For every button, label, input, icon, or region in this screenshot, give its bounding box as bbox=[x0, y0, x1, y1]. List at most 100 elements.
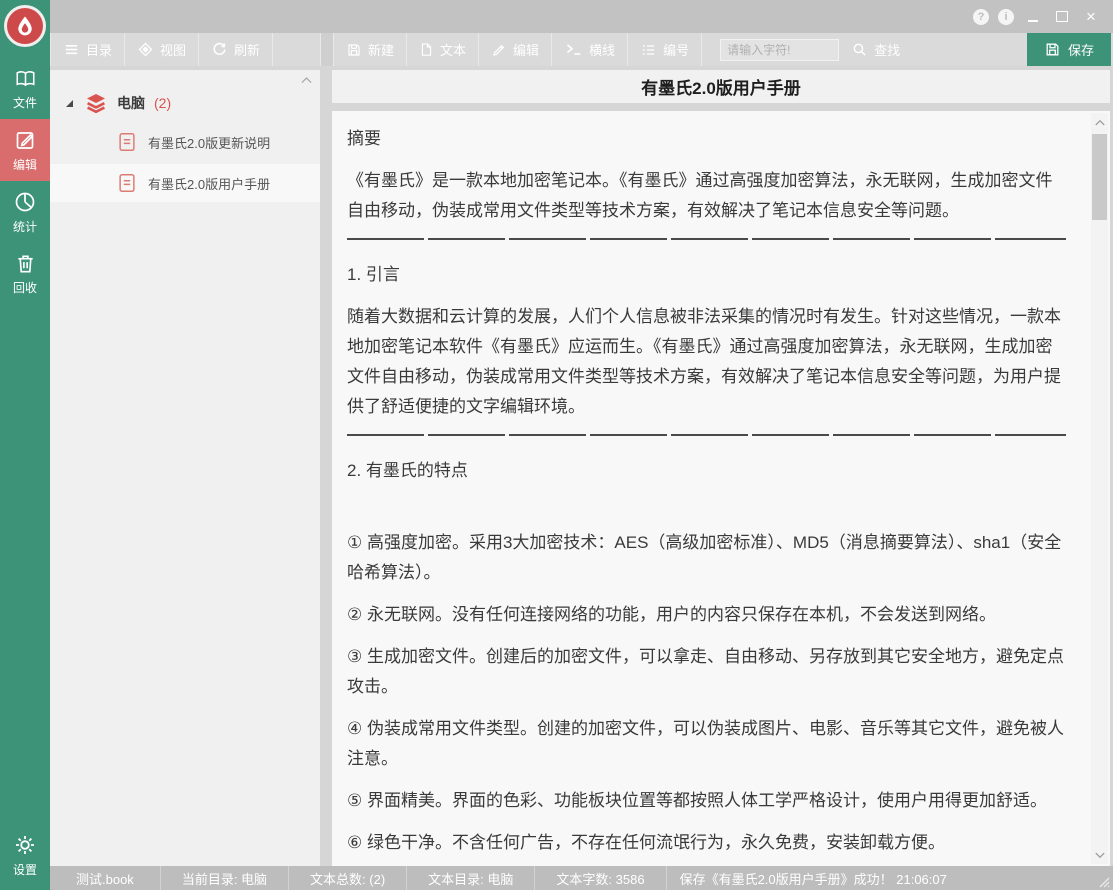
info-icon[interactable]: i bbox=[998, 9, 1014, 25]
sidebar-nav: 文件编辑统计回收 bbox=[0, 59, 50, 304]
scrollbar-thumb[interactable] bbox=[1092, 134, 1107, 220]
minimize-icon bbox=[1028, 20, 1038, 22]
doc-paragraph: ⑥ 绿色干净。不含任何广告，不存在任何流氓行为，永久免费，安装卸载方便。 bbox=[347, 828, 1066, 858]
maximize-button[interactable] bbox=[1052, 7, 1072, 27]
toolbar-button-label: 文本 bbox=[440, 40, 466, 59]
tree-root-item[interactable]: 电脑 (2) bbox=[50, 86, 320, 120]
sidebar-item-4[interactable]: 回收 bbox=[0, 243, 50, 304]
sidebar-item-1[interactable]: 文件 bbox=[0, 59, 50, 119]
doc-paragraph: 《有墨氏》是一款本地加密笔记本。《有墨氏》通过高强度加密算法，永无联网，生成加密… bbox=[347, 166, 1066, 226]
doc-paragraph: ① 高强度加密。采用3大加密技术：AES（高级加密标准）、MD5（消息摘要算法）… bbox=[347, 528, 1066, 588]
toolbar-right-button-1[interactable]: 新建 bbox=[333, 33, 407, 66]
tree-scroll-up-icon[interactable] bbox=[300, 75, 313, 85]
tree-file-label: 有墨氏2.0版用户手册 bbox=[148, 174, 270, 193]
layers-icon bbox=[84, 91, 108, 115]
close-button[interactable]: × bbox=[1081, 7, 1101, 27]
content-scrollbar[interactable] bbox=[1091, 113, 1108, 864]
sidebar-item-label: 回收 bbox=[13, 279, 37, 296]
status-item-5: 文本字数: 3586 bbox=[535, 866, 666, 890]
sidebar-item-2[interactable]: 编辑 bbox=[0, 119, 50, 181]
doc-paragraph: 摘要 bbox=[347, 124, 1066, 154]
app-window: 文件编辑统计回收 设置 ? i × 目录视图刷新 新建文本编辑横线编号 查找 bbox=[0, 0, 1113, 890]
save-button-label: 保存 bbox=[1068, 40, 1094, 59]
doc-paragraph: ⑤ 界面精美。界面的色彩、功能板块位置等都按照人体工学严格设计，使用户用得更加舒… bbox=[347, 786, 1066, 816]
toolbar-button-label: 视图 bbox=[160, 40, 186, 59]
sidebar: 文件编辑统计回收 设置 bbox=[0, 0, 50, 890]
doc-paragraph: ③ 生成加密文件。创建后的加密文件，可以拿走、自由移动、另存放到其它安全地方，避… bbox=[347, 642, 1066, 702]
toolbar-left-button-2[interactable]: 视图 bbox=[125, 33, 199, 66]
menu-icon bbox=[63, 42, 80, 57]
find-button[interactable]: 查找 bbox=[839, 33, 912, 66]
tree-file-list: 有墨氏2.0版更新说明有墨氏2.0版用户手册 bbox=[50, 123, 320, 202]
doc-file-icon bbox=[116, 171, 138, 195]
sidebar-item-label: 设置 bbox=[13, 861, 37, 878]
tree-panel: 电脑 (2) 有墨氏2.0版更新说明有墨氏2.0版用户手册 bbox=[50, 70, 320, 866]
toolbar-button-label: 横线 bbox=[589, 40, 615, 59]
document-title-bar: 有墨氏2.0版用户手册 bbox=[332, 70, 1110, 103]
search-icon bbox=[851, 41, 868, 58]
tree-root-count: (2) bbox=[154, 95, 171, 111]
hline-icon bbox=[564, 42, 583, 57]
main-area: 电脑 (2) 有墨氏2.0版更新说明有墨氏2.0版用户手册 有墨氏2.0版用户手… bbox=[50, 66, 1113, 866]
toolbar-right-button-5[interactable]: 编号 bbox=[628, 33, 702, 66]
scroll-up-icon[interactable] bbox=[1091, 115, 1108, 129]
toolbar-left-button-1[interactable]: 目录 bbox=[50, 33, 125, 66]
toolbar: 目录 视图刷新 新建 文本 编辑 横线 编号 查找 保存 bbox=[50, 33, 1113, 66]
scroll-down-icon[interactable] bbox=[1091, 848, 1108, 862]
sidebar-item-settings[interactable]: 设置 bbox=[0, 824, 50, 886]
doc-horizontal-rule bbox=[347, 238, 1066, 240]
sidebar-item-label: 统计 bbox=[13, 218, 37, 235]
new-file-icon bbox=[346, 42, 362, 58]
view-icon bbox=[137, 41, 154, 58]
doc-paragraph: 1. 引言 bbox=[347, 260, 1066, 290]
status-item-2: 当前目录: 电脑 bbox=[161, 866, 289, 890]
minimize-button[interactable] bbox=[1023, 7, 1043, 27]
doc-file-icon bbox=[116, 130, 138, 154]
tree-root-label: 电脑 bbox=[117, 93, 145, 113]
book-icon bbox=[13, 68, 38, 90]
status-item-1: 测试.book bbox=[50, 866, 161, 890]
toolbar-gap bbox=[321, 33, 333, 66]
toolbar-button-label: 目录 bbox=[86, 40, 112, 59]
toolbar-button-label: 新建 bbox=[368, 40, 394, 59]
content-panel: 有墨氏2.0版用户手册 摘要《有墨氏》是一款本地加密笔记本。《有墨氏》通过高强度… bbox=[332, 66, 1110, 866]
gear-icon bbox=[13, 833, 37, 857]
maximize-icon bbox=[1056, 11, 1068, 22]
expand-triangle-icon[interactable] bbox=[66, 100, 73, 107]
tree-file-label: 有墨氏2.0版更新说明 bbox=[148, 133, 270, 152]
toolbar-button-label: 编辑 bbox=[513, 40, 539, 59]
sidebar-item-3[interactable]: 统计 bbox=[0, 181, 50, 243]
resize-grip[interactable] bbox=[1096, 866, 1113, 890]
toolbar-button-label: 编号 bbox=[663, 40, 689, 59]
edit-square-icon bbox=[13, 128, 37, 152]
window-right-column: ? i × 目录 视图刷新 新建 文本 编辑 横线 编号 查找 bbox=[50, 0, 1113, 890]
doc-paragraph: 随着大数据和云计算的发展，人们个人信息被非法采集的情况时有发生。针对这些情况，一… bbox=[347, 302, 1066, 422]
status-item-4: 文本目录: 电脑 bbox=[407, 866, 535, 890]
status-item-3: 文本总数: (2) bbox=[289, 866, 407, 890]
save-button[interactable]: 保存 bbox=[1027, 33, 1111, 66]
toolbar-left-button-3[interactable]: 刷新 bbox=[199, 33, 273, 66]
toolbar-right-button-4[interactable]: 横线 bbox=[552, 33, 628, 66]
search-input[interactable] bbox=[720, 39, 839, 61]
doc-paragraph: ④ 伪装成常用文件类型。创建的加密文件，可以伪装成图片、电影、音乐等其它文件，避… bbox=[347, 714, 1066, 774]
help-icon[interactable]: ? bbox=[973, 9, 989, 25]
toolbar-right-group: 新建 文本 编辑 横线 编号 查找 保存 bbox=[333, 33, 1113, 66]
toolbar-right-button-3[interactable]: 编辑 bbox=[479, 33, 552, 66]
text-file-icon bbox=[419, 41, 434, 58]
doc-paragraph: 2. 有墨氏的特点 bbox=[347, 456, 1066, 486]
titlebar: ? i × bbox=[50, 0, 1113, 33]
app-logo-icon bbox=[4, 5, 46, 47]
tree-file-item-2[interactable]: 有墨氏2.0版用户手册 bbox=[50, 164, 320, 202]
refresh-icon bbox=[211, 41, 228, 58]
document-content: 摘要《有墨氏》是一款本地加密笔记本。《有墨氏》通过高强度加密算法，永无联网，生成… bbox=[347, 124, 1066, 858]
toolbar-right-button-2[interactable]: 文本 bbox=[407, 33, 479, 66]
doc-paragraph: ② 永无联网。没有任何连接网络的功能，用户的内容只保存在本机，不会发送到网络。 bbox=[347, 600, 1066, 630]
tree-file-item-1[interactable]: 有墨氏2.0版更新说明 bbox=[50, 123, 320, 161]
document-title: 有墨氏2.0版用户手册 bbox=[641, 74, 801, 99]
sidebar-item-label: 文件 bbox=[13, 94, 37, 111]
sidebar-bottom: 设置 bbox=[0, 824, 50, 886]
document-editor[interactable]: 摘要《有墨氏》是一款本地加密笔记本。《有墨氏》通过高强度加密算法，永无联网，生成… bbox=[332, 111, 1110, 866]
statusbar: 测试.book当前目录: 电脑文本总数: (2)文本目录: 电脑文本字数: 35… bbox=[50, 866, 1113, 890]
close-icon: × bbox=[1086, 7, 1096, 27]
status-message: 保存《有墨氏2.0版用户手册》成功！ 21:06:07 bbox=[667, 866, 1096, 890]
